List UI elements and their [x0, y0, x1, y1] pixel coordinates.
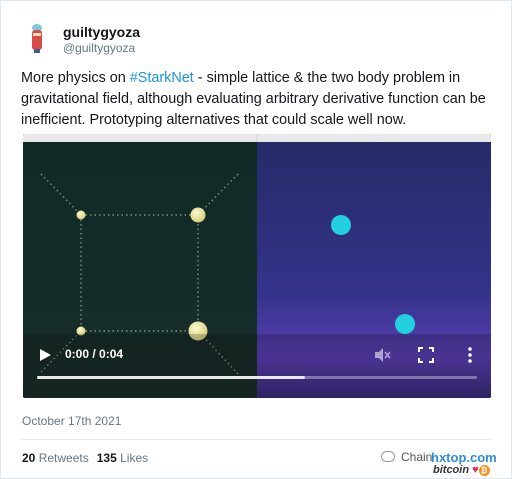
divider [21, 439, 491, 440]
likes-label: Likes [120, 451, 149, 465]
lattice-mass [190, 207, 206, 223]
retweets-label: Retweets [38, 451, 89, 465]
likes-stat[interactable]: 135 Likes [97, 451, 148, 465]
body-two [395, 314, 415, 334]
watermark-chain: Chain [381, 450, 432, 464]
bitcoin-icon: ₿ [478, 465, 490, 476]
tweet-date[interactable]: October 17th 2021 [22, 414, 121, 428]
video-progress-fill [37, 376, 306, 379]
volume-muted-icon[interactable] [373, 346, 391, 364]
hashtag-link[interactable]: #StarkNet [130, 70, 194, 86]
tweet-text: More physics on #StarkNet - simple latti… [21, 68, 496, 131]
wechat-icon [381, 451, 395, 462]
video-progress-bar[interactable] [37, 376, 477, 379]
watermark-site: hxtop.com [431, 450, 497, 465]
video-timecode: 0:00 / 0:04 [65, 347, 124, 361]
retweets-count: 20 [22, 451, 36, 465]
watermark-chain-text: Chain [401, 450, 433, 464]
lattice-mass [76, 210, 86, 220]
play-icon[interactable] [37, 347, 53, 363]
user-handle[interactable]: @guiltygyoza [63, 41, 135, 55]
watermark-brand-text: bitcoin [433, 464, 470, 476]
retweets-stat[interactable]: 20 Retweets [22, 451, 89, 465]
video-player[interactable]: 0:00 / 0:04 [23, 134, 491, 398]
heart-icon: ♥ [472, 464, 479, 476]
fullscreen-icon[interactable] [418, 347, 434, 363]
watermark-brand: bitcoin ♥ ₿ [433, 464, 490, 476]
display-name[interactable]: guiltygyoza [63, 24, 140, 40]
more-options-icon[interactable] [461, 346, 479, 364]
tweet-stats: 20 Retweets 135 Likes [22, 451, 148, 465]
avatar[interactable] [23, 21, 51, 55]
tweet-card: guiltygyoza @guiltygyoza More physics on… [0, 0, 512, 479]
likes-count: 135 [96, 451, 117, 465]
tweet-text-part: More physics on [21, 70, 130, 86]
body-one [331, 215, 351, 235]
